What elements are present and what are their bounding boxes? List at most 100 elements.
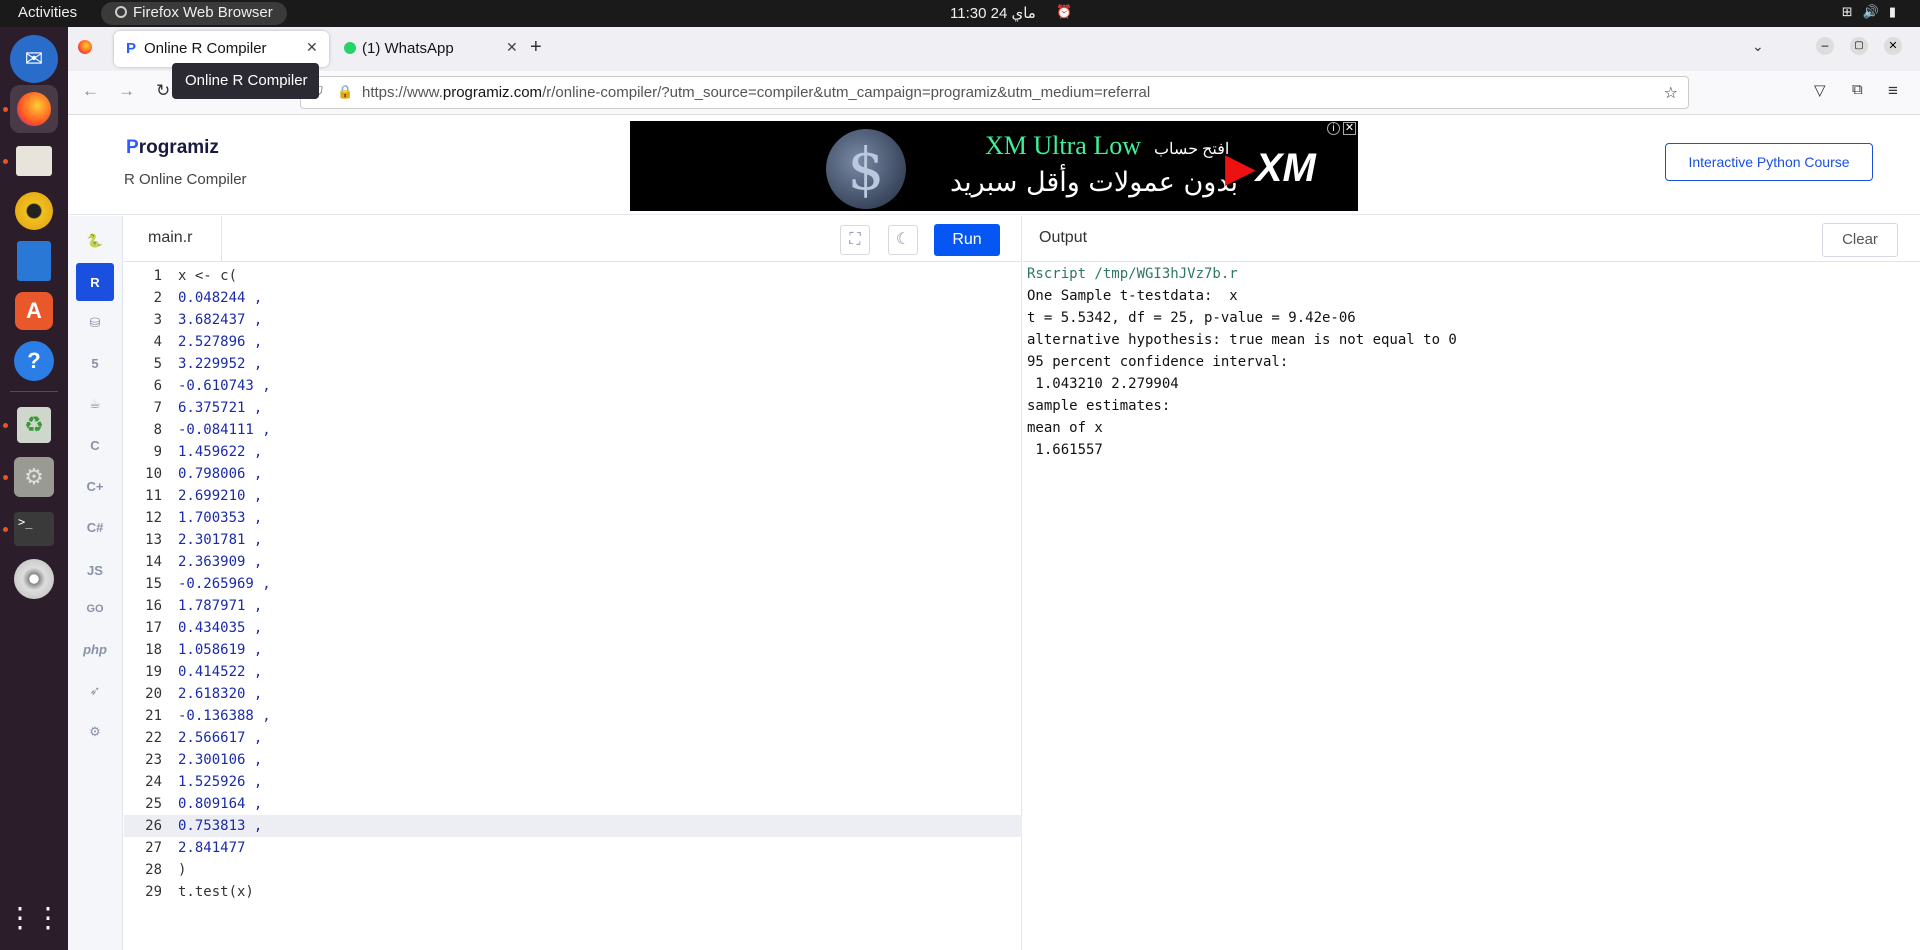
code-line[interactable]: 4 2.527896 , (124, 331, 1022, 353)
java-icon[interactable]: ☕ (76, 385, 114, 423)
tab-online-r-compiler[interactable]: P Online R Compiler ✕ (114, 31, 329, 67)
code-line[interactable]: 2 0.048244 , (124, 287, 1022, 309)
r-icon[interactable]: R (76, 263, 114, 301)
sql-icon[interactable]: ⛁ (76, 304, 114, 342)
ad-close-icon[interactable]: ✕ (1343, 122, 1356, 135)
file-tab-main-r[interactable]: main.r (124, 216, 222, 262)
code-line[interactable]: 13 2.301781 , (124, 529, 1022, 551)
code-line[interactable]: 20 2.618320 , (124, 683, 1022, 705)
code-line[interactable]: 22 2.566617 , (124, 727, 1022, 749)
close-window-icon[interactable]: ✕ (1884, 37, 1902, 55)
javascript-icon[interactable]: JS (76, 551, 114, 589)
code-text: 3.682437 , (178, 312, 263, 328)
code-line[interactable]: 10 0.798006 , (124, 463, 1022, 485)
code-line[interactable]: 9 1.459622 , (124, 441, 1022, 463)
minimize-icon[interactable]: – (1816, 37, 1834, 55)
rust-icon[interactable]: ⚙ (76, 713, 114, 751)
advertisement-banner[interactable]: $ XM Ultra Low افتح حساب بدون عمولات وأق… (630, 121, 1358, 211)
editor-header: main.r ⛶ ☾ Run (124, 216, 1022, 262)
code-line[interactable]: 1 x <- c( (124, 265, 1022, 287)
programiz-logo[interactable]: Programiz (126, 137, 219, 159)
code-area[interactable]: 1 x <- c(2 0.048244 , 3 3.682437 , 4 2.527896 … (124, 263, 1022, 950)
back-icon[interactable]: ← (82, 81, 99, 101)
menu-icon[interactable]: ≡ (1888, 81, 1898, 101)
activities-button[interactable]: Activities (18, 4, 77, 21)
code-text: 2.300106 , (178, 752, 263, 768)
swift-icon[interactable]: ➶ (76, 672, 114, 710)
thunderbird-icon[interactable]: ✉ (10, 35, 58, 83)
bookmark-star-icon[interactable]: ☆ (1664, 83, 1678, 103)
go-icon[interactable]: GO (76, 590, 114, 628)
code-line[interactable]: 12 1.700353 , (124, 507, 1022, 529)
terminal-icon[interactable]: >_ (10, 505, 58, 553)
code-line[interactable]: 14 2.363909 , (124, 551, 1022, 573)
help-icon[interactable]: ? (10, 337, 58, 385)
tab-list-icon[interactable]: ⌄ (1752, 38, 1764, 55)
clear-button[interactable]: Clear (1822, 223, 1898, 257)
programiz-favicon: P (126, 40, 137, 57)
firefox-view-icon[interactable] (78, 40, 92, 54)
pocket-icon[interactable]: ▽ (1814, 81, 1826, 99)
extensions-icon[interactable]: ⧉ (1852, 81, 1863, 98)
trash-icon[interactable]: ♻ (10, 401, 58, 449)
code-text: 3.229952 , (178, 356, 263, 372)
code-line[interactable]: 8 -0.084111 , (124, 419, 1022, 441)
code-line[interactable]: 28) (124, 859, 1022, 881)
code-text: 1.700353 , (178, 510, 263, 526)
disc-icon[interactable] (10, 555, 58, 603)
clock[interactable]: ماي 24 11:30 (950, 4, 1036, 22)
code-text: 2.841477 (178, 840, 246, 856)
code-text: 1.058619 , (178, 642, 263, 658)
code-line[interactable]: 27 2.841477 (124, 837, 1022, 859)
code-line[interactable]: 24 1.525926 , (124, 771, 1022, 793)
code-line[interactable]: 3 3.682437 , (124, 309, 1022, 331)
code-line[interactable]: 19 0.414522 , (124, 661, 1022, 683)
app-center-icon[interactable]: A (10, 287, 58, 335)
close-tab-icon[interactable]: ✕ (506, 39, 518, 56)
code-line[interactable]: 23 2.300106 , (124, 749, 1022, 771)
cpp-icon[interactable]: C+ (76, 467, 114, 505)
csharp-icon[interactable]: C# (76, 508, 114, 546)
code-line[interactable]: 5 3.229952 , (124, 353, 1022, 375)
html-icon[interactable]: 5 (76, 344, 114, 382)
code-line[interactable]: 17 0.434035 , (124, 617, 1022, 639)
code-line[interactable]: 29 t.test(x) (124, 881, 1022, 903)
files-icon[interactable] (10, 137, 58, 185)
run-button[interactable]: Run (934, 224, 1000, 256)
dark-mode-icon[interactable]: ☾ (888, 225, 918, 255)
app-menu[interactable]: Firefox Web Browser (101, 2, 287, 25)
new-tab-icon[interactable]: + (530, 36, 542, 59)
code-line[interactable]: 16 1.787971 , (124, 595, 1022, 617)
code-line[interactable]: 25 0.809164 , (124, 793, 1022, 815)
c-icon[interactable]: C (76, 426, 114, 464)
ad-info-icon[interactable]: i (1327, 122, 1340, 135)
fullscreen-icon[interactable]: ⛶ (840, 225, 870, 255)
show-apps-icon[interactable]: ⋮⋮ (6, 893, 62, 941)
code-line[interactable]: 26 0.753813 , (124, 815, 1022, 837)
python-icon[interactable]: 🐍 (76, 222, 114, 260)
code-line[interactable]: 7 6.375721 , (124, 397, 1022, 419)
code-line[interactable]: 6 -0.610743 , (124, 375, 1022, 397)
output-text: Rscript /tmp/WGI3hJVz7b.r One Sample t-te… (1027, 263, 1457, 461)
firefox-icon[interactable] (10, 85, 58, 133)
close-tab-icon[interactable]: ✕ (306, 39, 318, 56)
reload-icon[interactable]: ↻ (156, 81, 170, 101)
url-bar[interactable]: ⛉ 🔒 https://www.programiz.com/r/online-c… (300, 76, 1689, 109)
running-indicator (3, 527, 8, 532)
tab-whatsapp[interactable]: (1) WhatsApp ✕ (332, 31, 524, 67)
writer-icon[interactable] (10, 237, 58, 285)
interactive-python-course-button[interactable]: Interactive Python Course (1665, 143, 1873, 181)
forward-icon[interactable]: → (118, 81, 135, 101)
code-line[interactable]: 18 1.058619 , (124, 639, 1022, 661)
maximize-icon[interactable]: ▢ (1850, 37, 1868, 55)
code-line[interactable]: 21 -0.136388 , (124, 705, 1022, 727)
line-number: 15 (145, 576, 162, 592)
code-line[interactable]: 15 -0.265969 , (124, 573, 1022, 595)
system-tray[interactable]: ⊞🔊▮ (1842, 4, 1906, 20)
lock-icon[interactable]: 🔒 (337, 84, 353, 100)
rhythmbox-icon[interactable] (10, 187, 58, 235)
php-icon[interactable]: php (76, 630, 114, 668)
settings-icon[interactable]: ⚙ (10, 453, 58, 501)
code-line[interactable]: 11 2.699210 , (124, 485, 1022, 507)
language-sidebar: 🐍 R ⛁ 5 ☕ C C+ C# JS GO php ➶ ⚙ (68, 216, 123, 950)
